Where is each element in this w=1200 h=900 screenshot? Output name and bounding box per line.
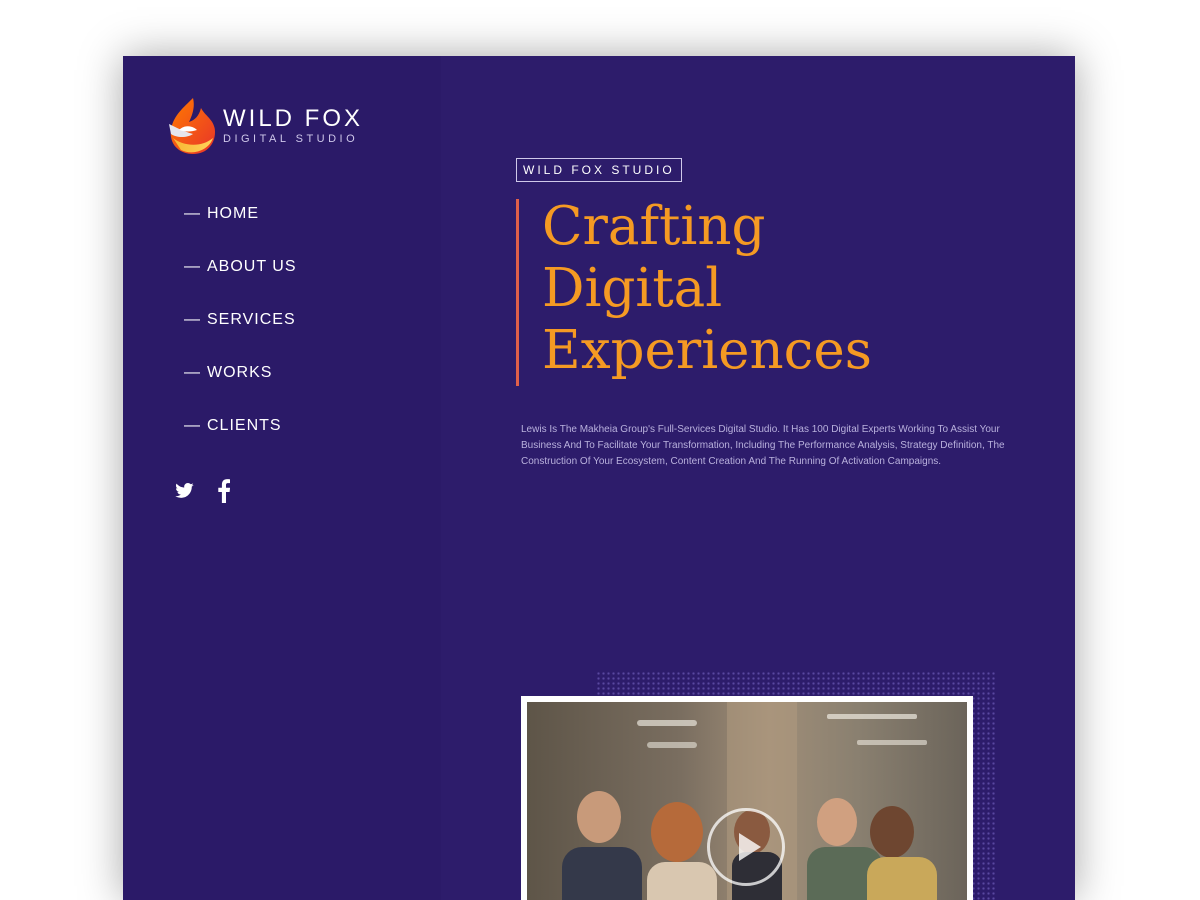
nav-dash: —: [184, 364, 201, 381]
headline-line: Crafting: [542, 196, 766, 257]
video-thumbnail[interactable]: [527, 702, 967, 900]
sidebar: WILD FOX DIGITAL STUDIO — HOME — ABOUT US …: [123, 56, 441, 900]
page-title: Crafting Digital Experiences: [542, 196, 962, 382]
nav-item-label: CLIENTS: [207, 417, 282, 434]
nav-item-label: ABOUT US: [207, 258, 297, 275]
nav-item-works[interactable]: — WORKS: [184, 361, 297, 414]
nav-item-label: HOME: [207, 205, 259, 222]
nav-item-clients[interactable]: — CLIENTS: [184, 414, 297, 467]
nav-dash: —: [184, 258, 201, 275]
nav-item-label: WORKS: [207, 364, 273, 381]
hero-section: WILD FOX STUDIO Crafting Digital Experie…: [441, 56, 1075, 900]
main-nav: — HOME — ABOUT US — SERVICES — WORKS — CLIENT…: [184, 202, 297, 467]
logo[interactable]: WILD FOX DIGITAL STUDIO: [163, 94, 363, 158]
hero-description: Lewis Is The Makheia Group's Full-Servic…: [521, 424, 1005, 467]
headline-line: Experiences: [542, 320, 872, 381]
facebook-icon[interactable]: [218, 479, 231, 508]
nav-dash: —: [184, 417, 201, 434]
fox-logo-icon: [169, 98, 215, 154]
brand-subtitle: DIGITAL STUDIO: [223, 133, 359, 145]
social-links: [173, 479, 231, 508]
twitter-icon[interactable]: [173, 481, 196, 506]
studio-tag: WILD FOX STUDIO: [516, 158, 682, 182]
play-icon[interactable]: [707, 808, 785, 886]
nav-dash: —: [184, 311, 201, 328]
page: WILD FOX DIGITAL STUDIO — HOME — ABOUT US …: [123, 56, 1075, 900]
nav-item-label: SERVICES: [207, 311, 296, 328]
nav-item-home[interactable]: — HOME: [184, 202, 297, 255]
brand-title: WILD FOX: [223, 105, 364, 132]
nav-item-services[interactable]: — SERVICES: [184, 308, 297, 361]
headline-line: Digital: [542, 258, 723, 319]
headline-accent-bar: [516, 199, 519, 386]
nav-dash: —: [184, 205, 201, 222]
video-frame: [521, 696, 973, 900]
nav-item-about-us[interactable]: — ABOUT US: [184, 255, 297, 308]
